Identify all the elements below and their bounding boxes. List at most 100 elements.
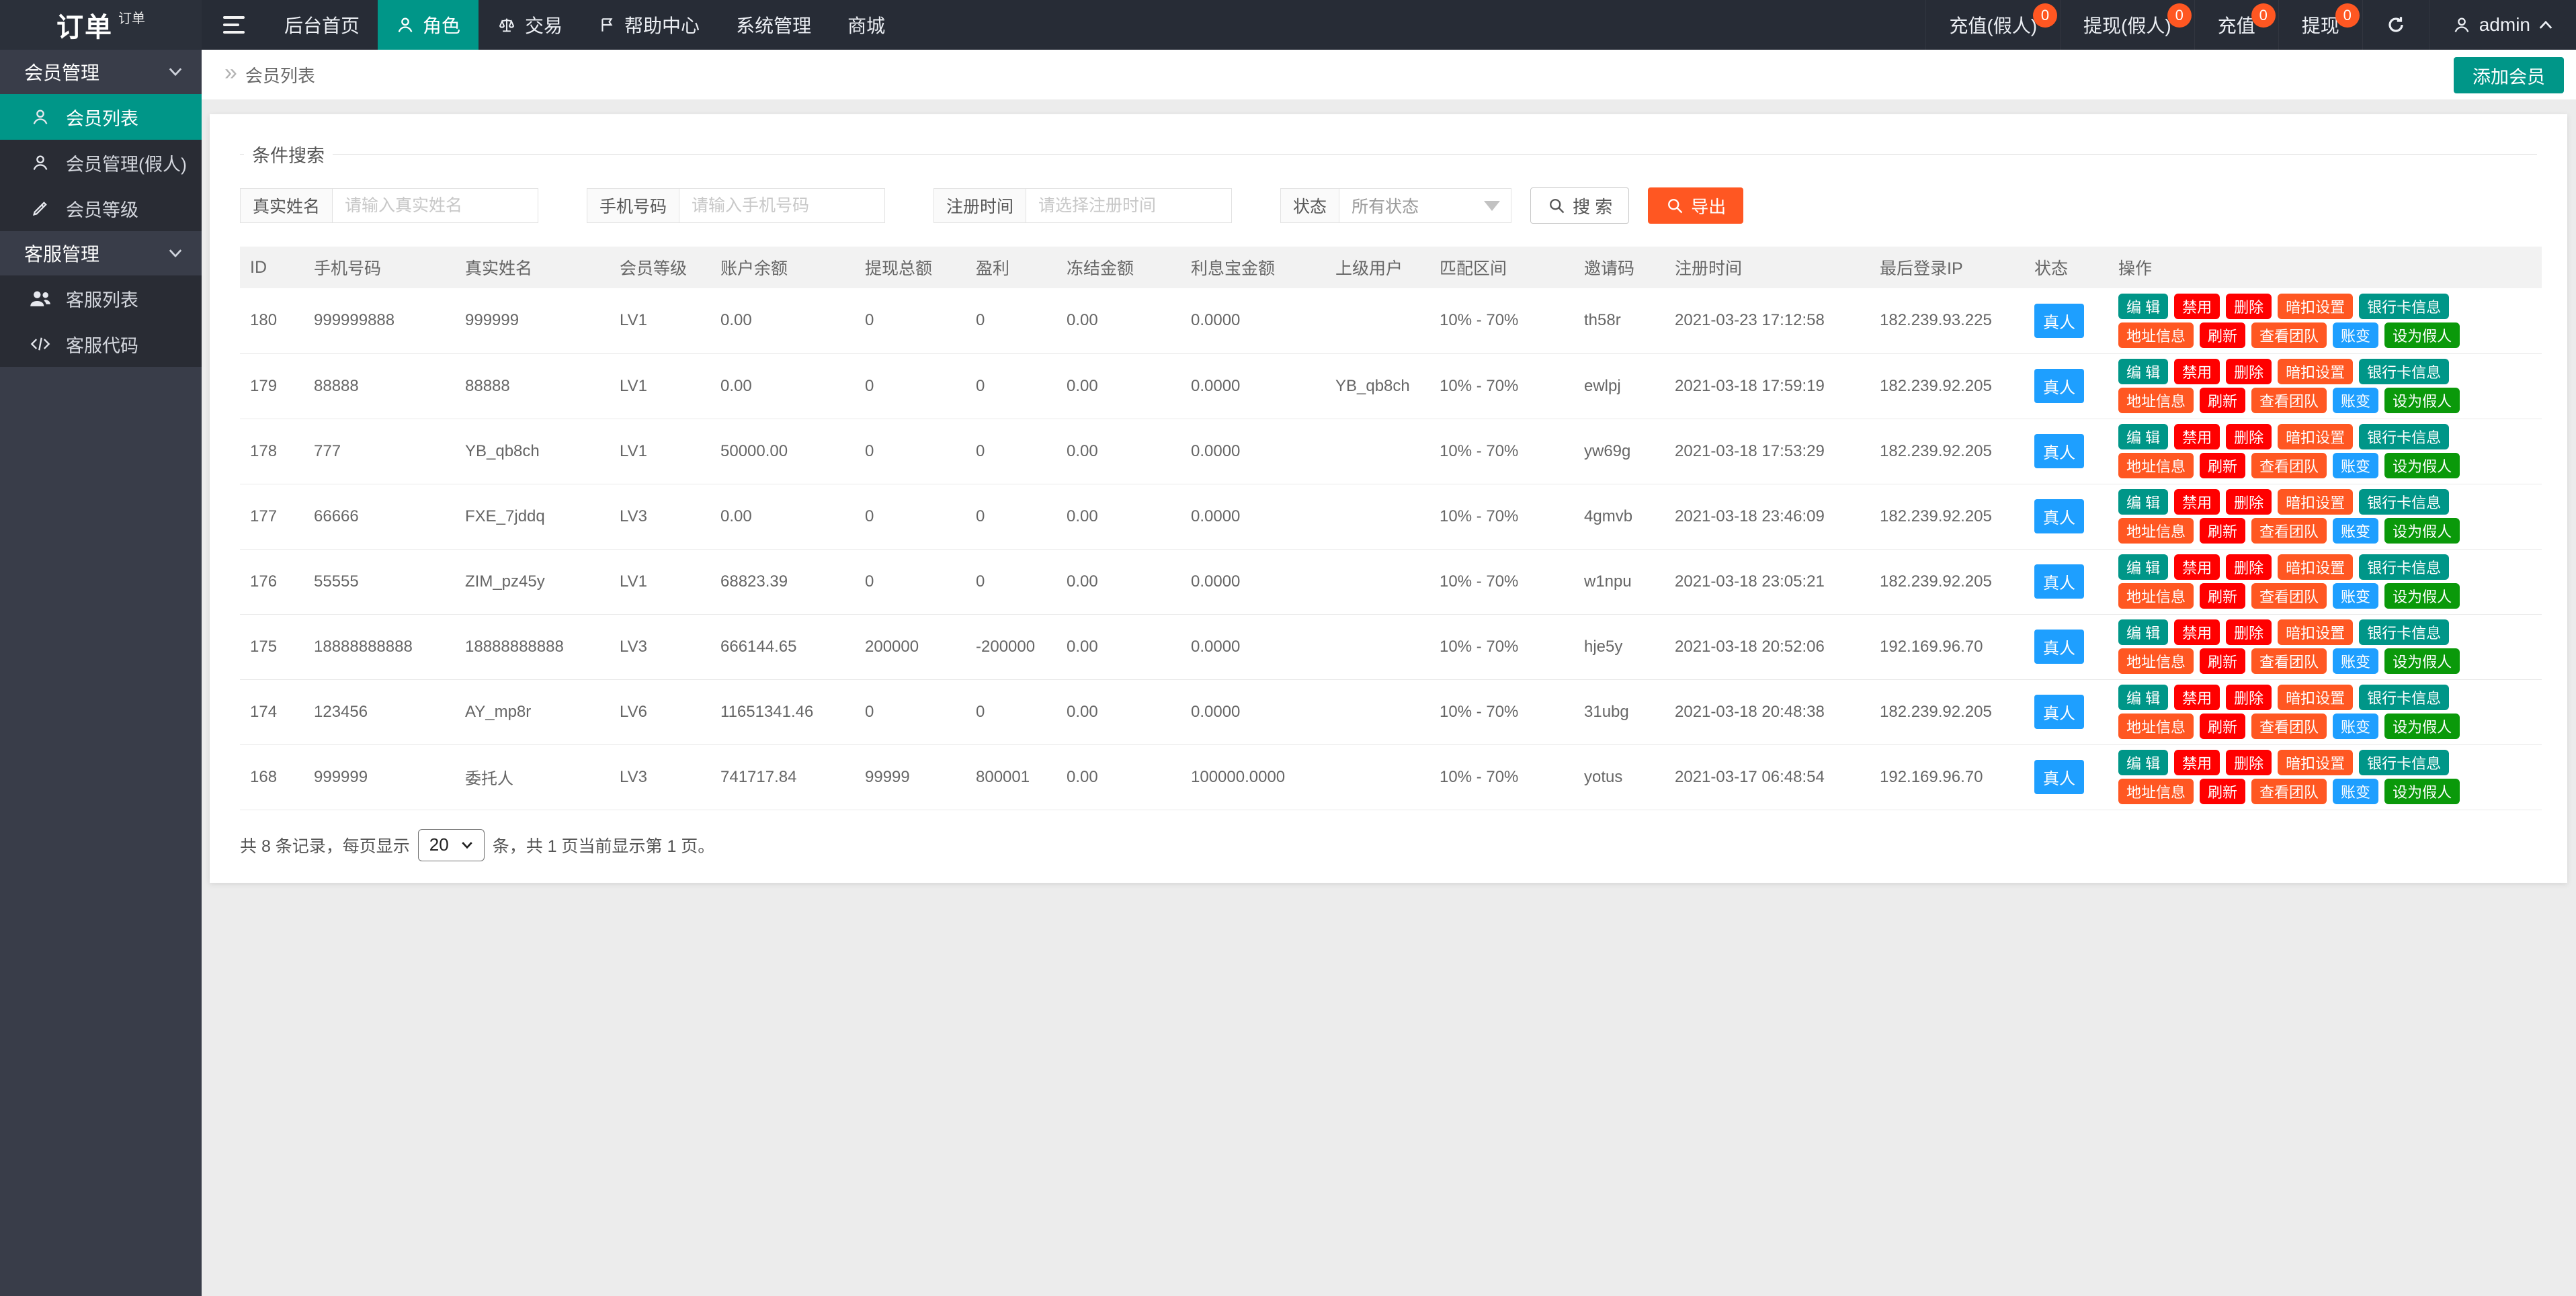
nav-item-withdraw-fake[interactable]: 提现(假人) 0 <box>2060 0 2194 50</box>
action-hidden-deduct-button[interactable]: 暗扣设置 <box>2278 619 2354 645</box>
status-select[interactable]: 所有状态 <box>1339 189 1511 222</box>
action-delete-button[interactable]: 删除 <box>2226 489 2272 515</box>
action-bank-card-button[interactable]: 银行卡信息 <box>2359 619 2450 645</box>
nav-item-home[interactable]: 后台首页 <box>266 0 378 50</box>
sidebar-group-service-manage[interactable]: 客服管理 <box>0 231 202 275</box>
action-set-fake-button[interactable]: 设为假人 <box>2384 779 2460 804</box>
action-view-team-button[interactable]: 查看团队 <box>2251 714 2327 739</box>
action-set-fake-button[interactable]: 设为假人 <box>2384 648 2460 674</box>
action-refresh-row-button[interactable]: 刷新 <box>2200 648 2246 674</box>
user-menu[interactable]: admin <box>2428 0 2576 50</box>
action-disable-button[interactable]: 禁用 <box>2174 619 2220 645</box>
action-address-info-button[interactable]: 地址信息 <box>2118 648 2194 674</box>
action-view-team-button[interactable]: 查看团队 <box>2251 779 2327 804</box>
action-set-fake-button[interactable]: 设为假人 <box>2384 714 2460 739</box>
nav-item-roles[interactable]: 角色 <box>378 0 479 50</box>
sidebar-group-member-manage[interactable]: 会员管理 <box>0 50 202 94</box>
action-delete-button[interactable]: 删除 <box>2226 424 2272 449</box>
action-account-change-button[interactable]: 账变 <box>2333 648 2379 674</box>
action-set-fake-button[interactable]: 设为假人 <box>2384 388 2460 413</box>
action-view-team-button[interactable]: 查看团队 <box>2251 388 2327 413</box>
action-address-info-button[interactable]: 地址信息 <box>2118 583 2194 609</box>
action-set-fake-button[interactable]: 设为假人 <box>2384 518 2460 544</box>
action-refresh-row-button[interactable]: 刷新 <box>2200 779 2246 804</box>
sidebar-item-service-list[interactable]: 客服列表 <box>0 275 202 321</box>
search-button[interactable]: 搜 索 <box>1530 187 1630 224</box>
action-address-info-button[interactable]: 地址信息 <box>2118 388 2194 413</box>
action-hidden-deduct-button[interactable]: 暗扣设置 <box>2278 424 2354 449</box>
action-refresh-row-button[interactable]: 刷新 <box>2200 518 2246 544</box>
action-hidden-deduct-button[interactable]: 暗扣设置 <box>2278 359 2354 384</box>
action-refresh-row-button[interactable]: 刷新 <box>2200 583 2246 609</box>
phone-input[interactable] <box>679 189 885 222</box>
action-delete-button[interactable]: 删除 <box>2226 685 2272 710</box>
action-edit-button[interactable]: 编 辑 <box>2118 619 2169 645</box>
action-edit-button[interactable]: 编 辑 <box>2118 554 2169 580</box>
sidebar-item-member-level[interactable]: 会员等级 <box>0 185 202 231</box>
nav-item-help-center[interactable]: 帮助中心 <box>581 0 718 50</box>
action-set-fake-button[interactable]: 设为假人 <box>2384 583 2460 609</box>
action-view-team-button[interactable]: 查看团队 <box>2251 453 2327 478</box>
action-set-fake-button[interactable]: 设为假人 <box>2384 453 2460 478</box>
action-account-change-button[interactable]: 账变 <box>2333 714 2379 739</box>
action-address-info-button[interactable]: 地址信息 <box>2118 518 2194 544</box>
action-refresh-row-button[interactable]: 刷新 <box>2200 453 2246 478</box>
nav-item-system[interactable]: 系统管理 <box>718 0 829 50</box>
action-edit-button[interactable]: 编 辑 <box>2118 424 2169 449</box>
action-view-team-button[interactable]: 查看团队 <box>2251 518 2327 544</box>
action-account-change-button[interactable]: 账变 <box>2333 322 2379 348</box>
action-edit-button[interactable]: 编 辑 <box>2118 750 2169 775</box>
action-edit-button[interactable]: 编 辑 <box>2118 489 2169 515</box>
action-delete-button[interactable]: 删除 <box>2226 359 2272 384</box>
sidebar-item-member-manage-fake[interactable]: 会员管理(假人) <box>0 140 202 185</box>
action-disable-button[interactable]: 禁用 <box>2174 685 2220 710</box>
action-bank-card-button[interactable]: 银行卡信息 <box>2359 750 2450 775</box>
action-address-info-button[interactable]: 地址信息 <box>2118 453 2194 478</box>
action-disable-button[interactable]: 禁用 <box>2174 554 2220 580</box>
page-size-select[interactable]: 20 <box>417 828 485 861</box>
action-view-team-button[interactable]: 查看团队 <box>2251 322 2327 348</box>
action-hidden-deduct-button[interactable]: 暗扣设置 <box>2278 685 2354 710</box>
action-bank-card-button[interactable]: 银行卡信息 <box>2359 293 2450 319</box>
action-bank-card-button[interactable]: 银行卡信息 <box>2359 554 2450 580</box>
real-name-input[interactable] <box>333 189 538 222</box>
action-hidden-deduct-button[interactable]: 暗扣设置 <box>2278 293 2354 319</box>
action-address-info-button[interactable]: 地址信息 <box>2118 779 2194 804</box>
hamburger-icon[interactable] <box>202 0 266 50</box>
action-disable-button[interactable]: 禁用 <box>2174 359 2220 384</box>
action-hidden-deduct-button[interactable]: 暗扣设置 <box>2278 554 2354 580</box>
action-address-info-button[interactable]: 地址信息 <box>2118 322 2194 348</box>
action-delete-button[interactable]: 删除 <box>2226 554 2272 580</box>
action-hidden-deduct-button[interactable]: 暗扣设置 <box>2278 489 2354 515</box>
action-account-change-button[interactable]: 账变 <box>2333 779 2379 804</box>
action-bank-card-button[interactable]: 银行卡信息 <box>2359 685 2450 710</box>
sidebar-item-service-code[interactable]: 客服代码 <box>0 321 202 367</box>
refresh-button[interactable] <box>2362 0 2429 50</box>
action-delete-button[interactable]: 删除 <box>2226 619 2272 645</box>
nav-item-recharge-fake[interactable]: 充值(假人) 0 <box>1925 0 2060 50</box>
action-delete-button[interactable]: 删除 <box>2226 293 2272 319</box>
action-edit-button[interactable]: 编 辑 <box>2118 293 2169 319</box>
action-account-change-button[interactable]: 账变 <box>2333 518 2379 544</box>
action-disable-button[interactable]: 禁用 <box>2174 293 2220 319</box>
sidebar-item-member-list[interactable]: 会员列表 <box>0 94 202 140</box>
action-address-info-button[interactable]: 地址信息 <box>2118 714 2194 739</box>
action-account-change-button[interactable]: 账变 <box>2333 583 2379 609</box>
action-delete-button[interactable]: 删除 <box>2226 750 2272 775</box>
action-view-team-button[interactable]: 查看团队 <box>2251 648 2327 674</box>
action-view-team-button[interactable]: 查看团队 <box>2251 583 2327 609</box>
action-edit-button[interactable]: 编 辑 <box>2118 685 2169 710</box>
action-set-fake-button[interactable]: 设为假人 <box>2384 322 2460 348</box>
action-bank-card-button[interactable]: 银行卡信息 <box>2359 489 2450 515</box>
action-edit-button[interactable]: 编 辑 <box>2118 359 2169 384</box>
nav-item-recharge[interactable]: 充值 0 <box>2194 0 2278 50</box>
reg-time-input[interactable] <box>1026 189 1232 222</box>
export-button[interactable]: 导出 <box>1648 187 1744 224</box>
nav-item-withdraw[interactable]: 提现 0 <box>2278 0 2362 50</box>
action-bank-card-button[interactable]: 银行卡信息 <box>2359 359 2450 384</box>
action-refresh-row-button[interactable]: 刷新 <box>2200 388 2246 413</box>
action-account-change-button[interactable]: 账变 <box>2333 388 2379 413</box>
action-bank-card-button[interactable]: 银行卡信息 <box>2359 424 2450 449</box>
action-refresh-row-button[interactable]: 刷新 <box>2200 322 2246 348</box>
action-disable-button[interactable]: 禁用 <box>2174 750 2220 775</box>
